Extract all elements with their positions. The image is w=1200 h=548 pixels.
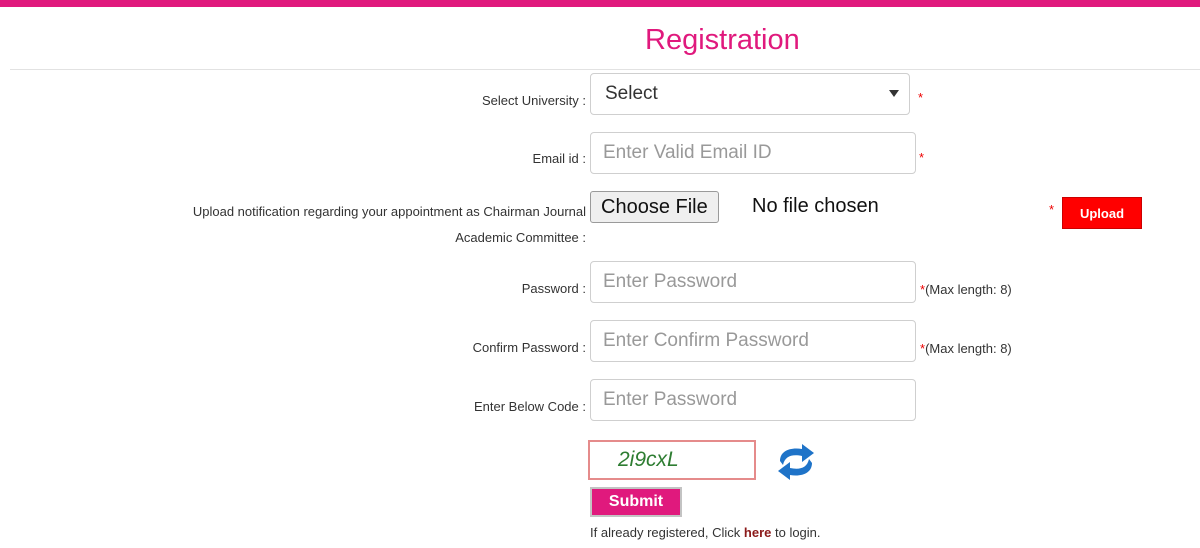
code-label: Enter Below Code : xyxy=(473,399,586,414)
upload-button[interactable]: Upload xyxy=(1062,197,1142,229)
login-prompt: If already registered, Click here to log… xyxy=(590,525,821,540)
password-label: Password : xyxy=(521,281,586,296)
page-title: Registration xyxy=(645,24,800,56)
university-label: Select University : xyxy=(481,93,586,108)
login-prompt-suffix: to login. xyxy=(771,525,821,540)
password-hint: *(Max length: 8) xyxy=(920,282,1012,297)
captcha-image: 2i9cxL xyxy=(588,440,756,480)
title-divider xyxy=(10,69,1200,70)
submit-button[interactable]: Submit xyxy=(590,487,682,517)
email-field[interactable] xyxy=(590,132,916,174)
confirm-password-hint: *(Max length: 8) xyxy=(920,341,1012,356)
upload-label: Upload notification regarding your appoi… xyxy=(193,199,586,251)
confirm-password-field[interactable] xyxy=(590,320,916,362)
chevron-down-icon xyxy=(889,90,899,97)
login-prompt-prefix: If already registered, Click xyxy=(590,525,744,540)
email-label: Email id : xyxy=(532,151,586,166)
university-select-value: Select xyxy=(605,83,658,104)
password-hint-text: (Max length: 8) xyxy=(925,282,1012,297)
login-link[interactable]: here xyxy=(744,525,771,540)
confirm-password-hint-text: (Max length: 8) xyxy=(925,341,1012,356)
email-required-mark: * xyxy=(919,150,925,165)
upload-label-line2: Academic Committee : xyxy=(455,230,586,245)
file-status-text: No file chosen xyxy=(752,195,879,217)
upload-label-line1: Upload notification regarding your appoi… xyxy=(192,204,586,219)
choose-file-button[interactable]: Choose File xyxy=(590,191,719,223)
refresh-icon[interactable] xyxy=(772,441,820,483)
confirm-password-label: Confirm Password : xyxy=(472,340,586,355)
university-select[interactable]: Select xyxy=(590,73,910,115)
code-field[interactable] xyxy=(590,379,916,421)
upload-required-mark: * xyxy=(1049,202,1055,217)
top-accent-bar xyxy=(0,0,1200,7)
password-field[interactable] xyxy=(590,261,916,303)
university-required-mark: * xyxy=(918,90,924,105)
